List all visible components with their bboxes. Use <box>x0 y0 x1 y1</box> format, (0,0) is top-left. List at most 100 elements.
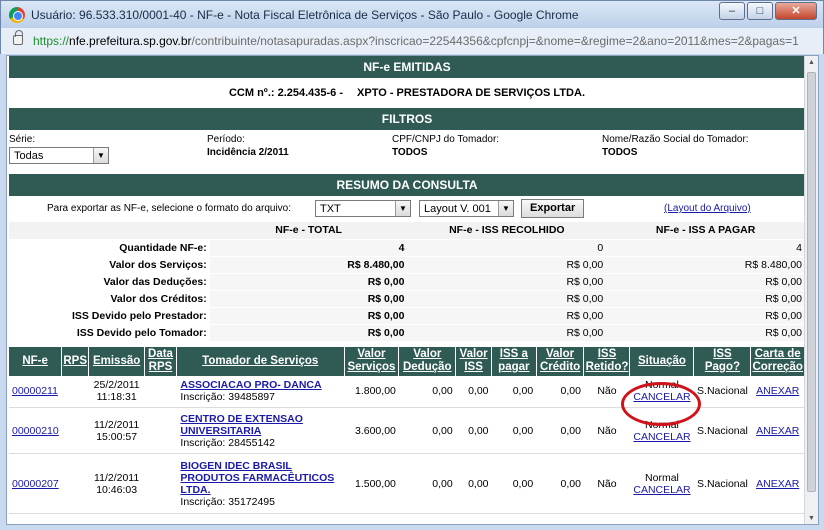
summary-recolhido: R$ 0,00 <box>407 324 607 342</box>
summary-a-pagar: 4 <box>606 239 805 257</box>
data-rps-cell <box>144 453 177 514</box>
summary-table: NF-e - TOTAL NF-e - ISS RECOLHIDO NF-e -… <box>9 222 805 342</box>
section-title-filtros: FILTROS <box>9 108 805 130</box>
summary-a-pagar: R$ 0,00 <box>606 273 805 291</box>
situacao-status: Normal <box>645 379 679 392</box>
situacao-cell: Normal CANCELAR <box>629 453 694 514</box>
col-situacao[interactable]: Situação <box>629 346 695 376</box>
layout-select[interactable]: Layout V. 001 ▼ <box>419 200 514 217</box>
lock-icon <box>13 30 23 45</box>
col-data-rps[interactable]: Data RPS <box>144 346 177 376</box>
layout-value: Layout V. 001 <box>424 202 491 215</box>
col-emissao[interactable]: Emissão <box>88 346 146 376</box>
format-select[interactable]: TXT ▼ <box>315 200 411 217</box>
situacao-status: Normal <box>645 471 679 484</box>
filters-row: Série: Todas ▼ Período: Incidência 2/201… <box>9 130 805 174</box>
carta-cell: ANEXAR <box>750 453 805 514</box>
valor-servicos-cell: 1.500,00 <box>344 453 399 514</box>
nf-link[interactable]: 00000210 <box>12 425 59 437</box>
url-text[interactable]: https://nfe.prefeitura.sp.gov.br/contrib… <box>33 34 813 48</box>
vertical-scrollbar[interactable]: ▲ ▼ <box>804 56 818 524</box>
tomador-link[interactable]: BIOGEN IDEC BRASIL PRODUTOS FARMACÊUTICO… <box>180 460 341 496</box>
rps-cell <box>61 407 89 454</box>
data-rps-cell <box>144 407 177 454</box>
anexar-link[interactable]: ANEXAR <box>756 425 799 437</box>
col-tomador[interactable]: Tomador de Serviços <box>176 346 345 376</box>
chevron-down-icon[interactable]: ▼ <box>498 201 513 216</box>
anexar-link[interactable]: ANEXAR <box>756 385 799 397</box>
page-content: NF-e EMITIDAS CCM nº.: 2.254.435-6 - XPTO… <box>6 55 819 525</box>
col-iss-a-pagar[interactable]: ISS a pagar <box>491 346 537 376</box>
rps-cell <box>61 453 89 514</box>
summary-total: R$ 8.480,00 <box>209 256 408 274</box>
scrollbar-thumb[interactable] <box>807 72 816 492</box>
summary-a-pagar: R$ 0,00 <box>606 290 805 308</box>
scroll-up-icon[interactable]: ▲ <box>805 56 818 70</box>
anexar-link[interactable]: ANEXAR <box>756 478 799 490</box>
summary-row-label: Valor das Deduções: <box>9 273 210 291</box>
summary-col-a-pagar: NF-e - ISS A PAGAR <box>606 222 805 240</box>
situacao-status: Normal <box>645 418 679 431</box>
address-bar[interactable]: https://nfe.prefeitura.sp.gov.br/contrib… <box>0 28 824 54</box>
tomador-link[interactable]: CENTRO DE EXTENSAO UNIVERSITARIA <box>180 413 341 437</box>
filter-cpf: CPF/CNPJ do Tomador: TODOS <box>392 134 602 174</box>
col-valor-credito[interactable]: Valor Crédito <box>536 346 585 376</box>
url-host: nfe.prefeitura.sp.gov.br <box>69 34 192 48</box>
nf-link[interactable]: 00000207 <box>12 478 59 490</box>
tomador-cell: ASSOCIACAO PRO- DANCA Inscrição: 39485897 <box>176 375 345 408</box>
summary-col-recolhido: NF-e - ISS RECOLHIDO <box>407 222 607 240</box>
summary-row: Valor dos Serviços: R$ 8.480,00 R$ 0,00 … <box>9 256 805 274</box>
summary-header-empty <box>9 222 210 240</box>
summary-recolhido: R$ 0,00 <box>407 290 607 308</box>
nf-link[interactable]: 00000211 <box>12 385 58 397</box>
col-valor-servicos[interactable]: Valor Serviços <box>344 346 400 376</box>
summary-total: R$ 0,00 <box>209 307 408 325</box>
nome-label: Nome/Razão Social do Tomador: <box>602 134 749 145</box>
summary-recolhido: R$ 0,00 <box>407 307 607 325</box>
tomador-cell: CENTRO DE EXTENSAO UNIVERSITARIA Inscriçã… <box>176 407 345 454</box>
iss-pago-cell: S.Nacional <box>693 453 751 514</box>
ccm-line: CCM nº.: 2.254.435-6 - XPTO - PRESTADORA … <box>9 78 805 108</box>
minimize-button[interactable]: – <box>719 2 745 20</box>
summary-row-label: Quantidade NF-e: <box>9 239 210 257</box>
cpf-label: CPF/CNPJ do Tomador: <box>392 134 500 145</box>
valor-credito-cell: 0,00 <box>536 375 584 408</box>
window-titlebar: Usuário: 96.533.310/0001-40 - NF-e - Not… <box>0 0 824 28</box>
cancelar-link[interactable]: CANCELAR <box>633 484 690 496</box>
emissao-time: 10:46:03 <box>96 483 138 496</box>
serie-label: Série: <box>9 134 36 145</box>
col-iss-pago[interactable]: ISS Pago? <box>693 346 752 376</box>
situacao-cell: Normal CANCELAR <box>629 375 694 408</box>
cancelar-link[interactable]: CANCELAR <box>633 431 690 443</box>
layout-file-link[interactable]: (Layout do Arquivo) <box>664 203 751 214</box>
summary-row-label: Valor dos Créditos: <box>9 290 210 308</box>
valor-servicos-cell: 1.800,00 <box>344 375 399 408</box>
carta-cell: ANEXAR <box>750 375 805 408</box>
col-nfe[interactable]: NF-e <box>9 346 63 376</box>
col-valor-iss[interactable]: Valor ISS <box>455 346 493 376</box>
emissao-time: 15:00:57 <box>96 430 138 443</box>
summary-row-label: ISS Devido pelo Tomador: <box>9 324 210 342</box>
scroll-down-icon[interactable]: ▼ <box>805 512 818 524</box>
serie-select[interactable]: Todas ▼ <box>9 147 109 164</box>
iss-a-pagar-cell: 0,00 <box>491 375 537 408</box>
close-button[interactable]: ✕ <box>775 2 817 20</box>
export-button[interactable]: Exportar <box>521 199 585 218</box>
summary-recolhido: 0 <box>407 239 607 257</box>
valor-iss-cell: 0,00 <box>455 407 492 454</box>
summary-row: ISS Devido pelo Tomador: R$ 0,00 R$ 0,00… <box>9 324 805 342</box>
col-carta-correcao[interactable]: Carta de Correção <box>750 346 805 376</box>
valor-deducao-cell: 0,00 <box>398 375 456 408</box>
tomador-link[interactable]: ASSOCIACAO PRO- DANCA <box>180 379 341 391</box>
col-rps[interactable]: RPS <box>61 346 90 376</box>
chevron-down-icon[interactable]: ▼ <box>395 201 410 216</box>
export-row: Para exportar as NF-e, selecione o forma… <box>9 196 805 222</box>
maximize-button[interactable]: □ <box>747 2 773 20</box>
url-protocol: https:// <box>33 34 70 48</box>
cancelar-link[interactable]: CANCELAR <box>633 391 690 403</box>
notas-table: NF-e RPS Emissão Data RPS Tomador de Ser… <box>9 346 805 514</box>
col-valor-deducao[interactable]: Valor Dedução <box>398 346 457 376</box>
chevron-down-icon[interactable]: ▼ <box>93 148 108 163</box>
col-iss-retido[interactable]: ISS Retido? <box>583 346 631 376</box>
page: NF-e EMITIDAS CCM nº.: 2.254.435-6 - XPTO… <box>9 56 805 514</box>
